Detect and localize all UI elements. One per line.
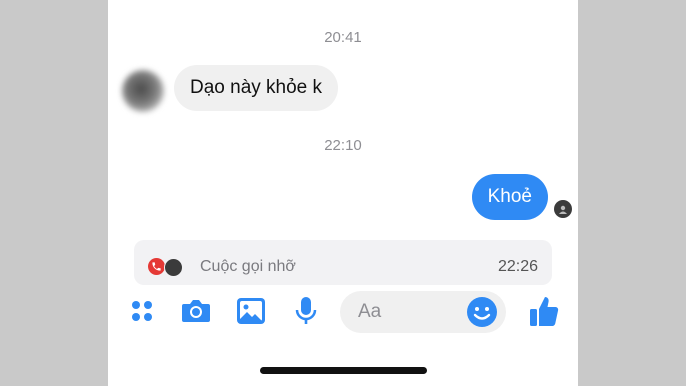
read-receipt-avatar xyxy=(554,200,572,218)
timestamp: 20:41 xyxy=(324,29,362,46)
missed-call-label: Cuộc gọi nhỡ xyxy=(200,258,296,275)
missed-call-icon xyxy=(148,258,165,275)
camera-icon[interactable] xyxy=(180,295,212,327)
chat-screen: 20:41 Dạo này khỏe k 22:10 Khoẻ Cuộc gọi… xyxy=(108,0,578,386)
emoji-icon[interactable] xyxy=(466,296,498,328)
apps-icon[interactable] xyxy=(126,295,158,327)
incoming-message-bubble[interactable]: Dạo này khỏe k xyxy=(174,65,339,111)
missed-call-time: 22:26 xyxy=(497,258,538,275)
message-input-placeholder: Aa xyxy=(358,301,382,322)
timestamp: 22:10 xyxy=(324,137,362,154)
composer-toolbar: Aa xyxy=(108,285,578,335)
outgoing-message-bubble[interactable]: Khoẻ xyxy=(471,174,548,220)
image-icon[interactable] xyxy=(235,295,267,327)
caller-avatar xyxy=(164,258,183,277)
message-input[interactable]: Aa xyxy=(340,291,506,333)
thumbs-up-icon[interactable] xyxy=(528,295,560,327)
microphone-icon[interactable] xyxy=(290,295,322,327)
home-indicator[interactable] xyxy=(260,367,427,374)
missed-call-row[interactable]: Cuộc gọi nhỡ 22:26 xyxy=(134,240,552,285)
contact-avatar[interactable] xyxy=(122,70,164,112)
